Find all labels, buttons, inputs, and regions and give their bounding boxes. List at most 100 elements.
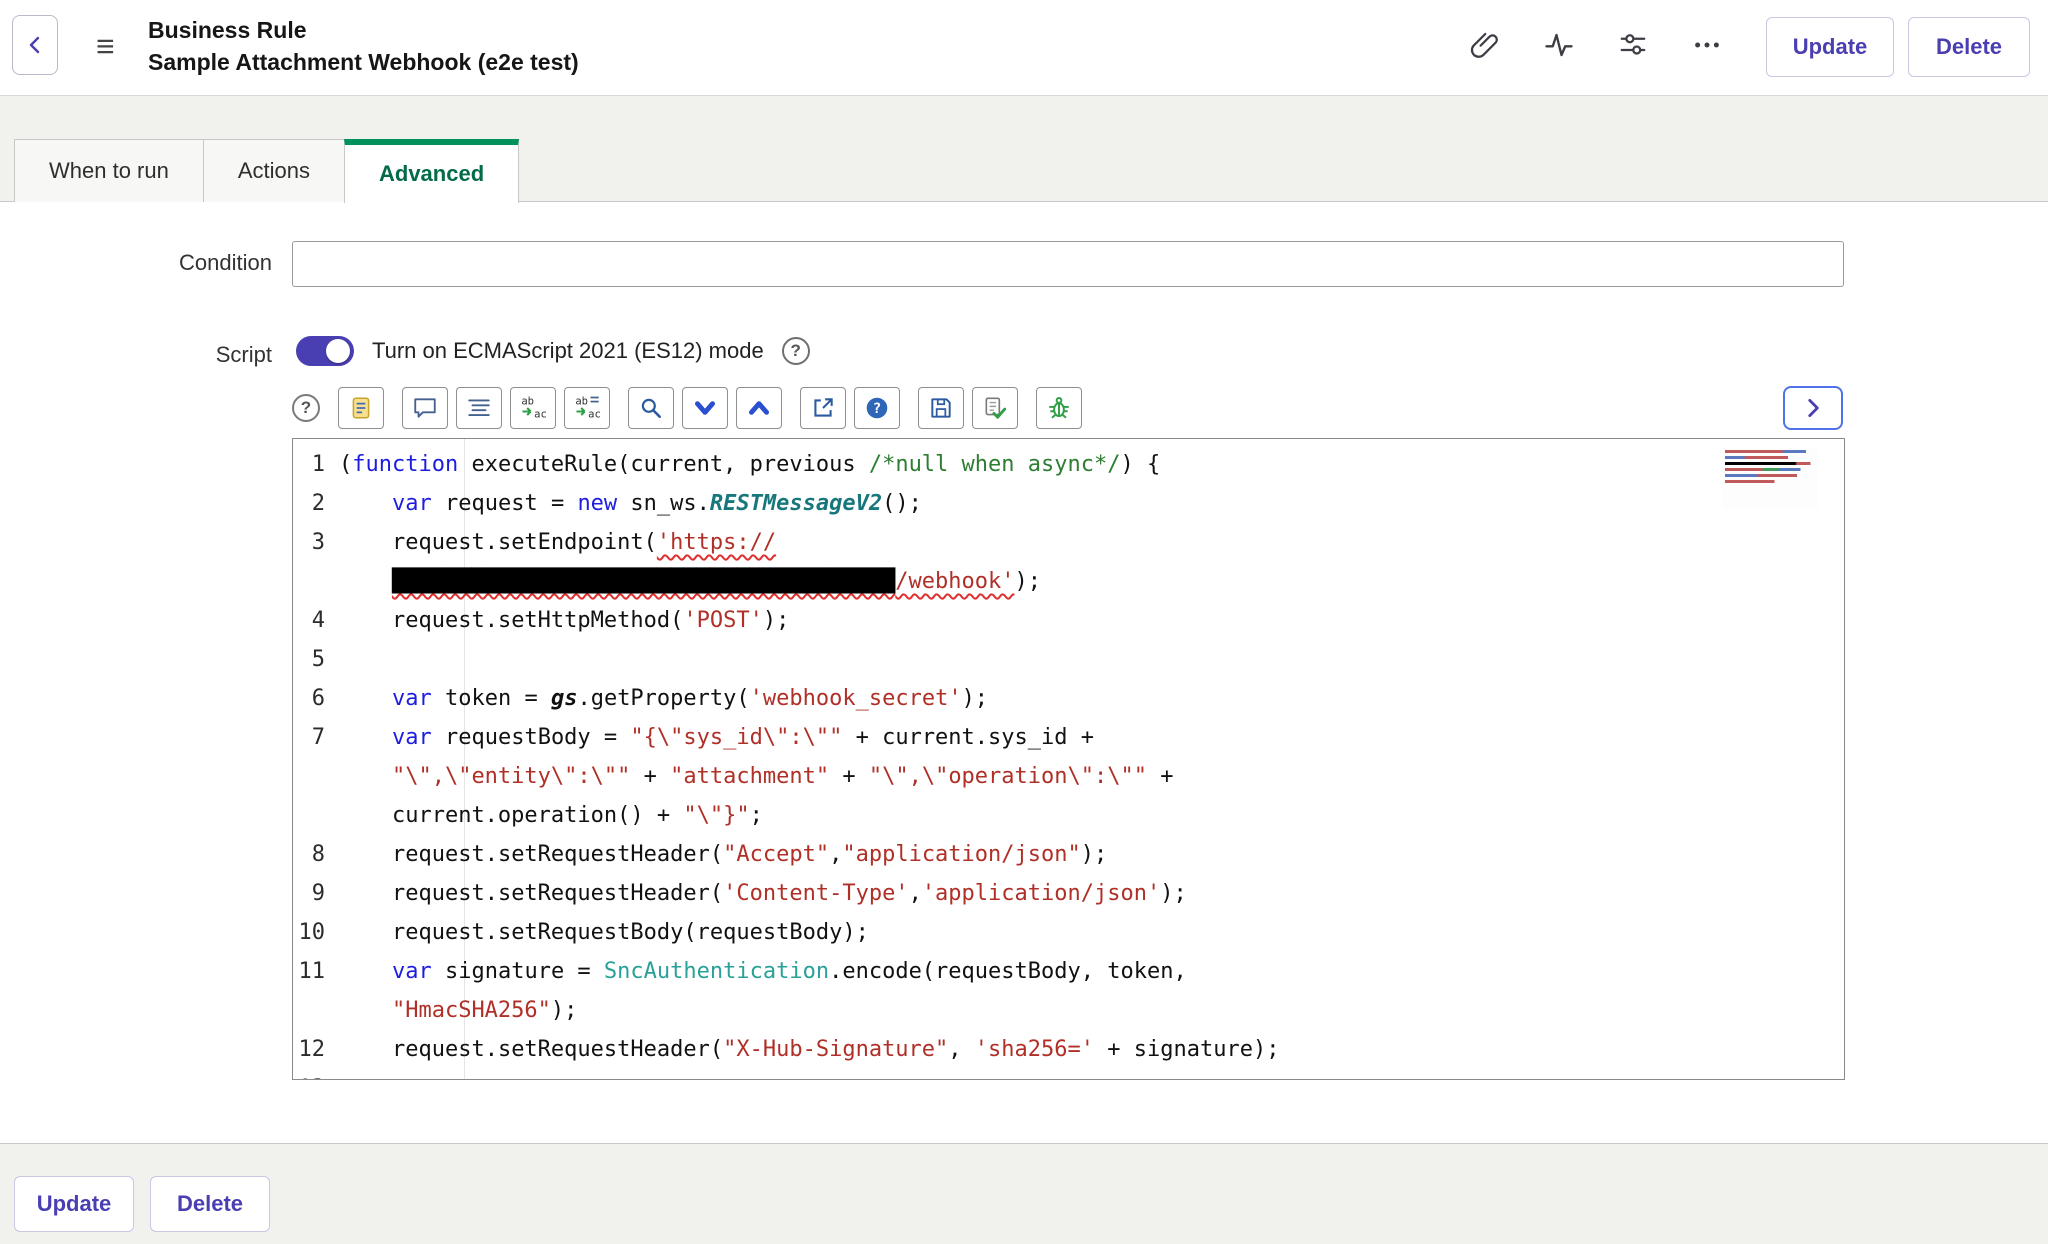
api-help-button[interactable]: ? <box>854 387 900 429</box>
code-token: token = <box>432 686 551 711</box>
code-token: + <box>630 764 670 789</box>
code-token: RESTMessageV2 <box>710 491 882 516</box>
es-mode-toggle[interactable] <box>296 336 354 366</box>
find-next-button[interactable] <box>682 387 728 429</box>
toolbar-group-script <box>338 387 384 429</box>
search-button[interactable] <box>628 387 674 429</box>
code-token: function <box>352 452 458 477</box>
save-script-button[interactable] <box>918 387 964 429</box>
code-line[interactable]: 8 request.setRequestHeader("Accept","app… <box>293 835 1844 874</box>
attachment-paperclip-icon[interactable] <box>1470 30 1500 60</box>
tab-advanced[interactable]: Advanced <box>344 139 519 203</box>
code-line[interactable]: 10 request.setRequestBody(requestBody); <box>293 913 1844 952</box>
footer-update-button[interactable]: Update <box>14 1176 134 1232</box>
chevron-right-icon <box>1800 395 1826 421</box>
editor-help-icon[interactable]: ? <box>292 394 320 422</box>
code-text: request.setRequestBody(requestBody); <box>339 913 1293 952</box>
line-number: 12 <box>293 1030 339 1069</box>
code-line[interactable]: 5 <box>293 640 1844 679</box>
header-bar: ≡ Business Rule Sample Attachment Webhoo… <box>0 0 2048 96</box>
es-mode-help-icon[interactable]: ? <box>782 337 810 365</box>
code-token <box>339 725 392 750</box>
code-token: , <box>948 1037 975 1062</box>
personalize-sliders-icon[interactable] <box>1618 30 1648 60</box>
code-line[interactable]: 1(function executeRule(current, previous… <box>293 445 1844 484</box>
svg-text:ab: ab <box>521 396 534 408</box>
code-token: .encode(requestBody, token, <box>829 959 1200 984</box>
condition-input[interactable] <box>292 241 1844 287</box>
code-text: var token = gs.getProperty('webhook_secr… <box>339 679 1293 718</box>
code-token: ); <box>1081 842 1108 867</box>
code-text: request.setEndpoint('https://███████████… <box>339 523 1293 601</box>
code-line[interactable]: 12 request.setRequestHeader("X-Hub-Signa… <box>293 1030 1844 1069</box>
validate-script-button[interactable] <box>972 387 1018 429</box>
chevron-down-icon <box>692 395 718 421</box>
find-previous-button[interactable] <box>736 387 782 429</box>
toolbar-group-window: ? <box>800 387 900 429</box>
open-in-window-button[interactable] <box>800 387 846 429</box>
footer-delete-button[interactable]: Delete <box>150 1176 270 1232</box>
line-number: 2 <box>293 484 339 523</box>
context-menu-icon[interactable]: ≡ <box>96 26 115 66</box>
delete-button[interactable]: Delete <box>1908 17 2030 77</box>
code-token: 'https:// <box>657 530 776 555</box>
code-token: request = <box>432 491 578 516</box>
debug-button[interactable] <box>1036 387 1082 429</box>
line-number: 5 <box>293 640 339 679</box>
minimap-line <box>1725 468 1815 471</box>
code-editor[interactable]: 1(function executeRule(current, previous… <box>292 438 1845 1080</box>
more-actions-icon[interactable] <box>1692 30 1722 60</box>
replace-button[interactable]: abac <box>510 387 556 429</box>
tab-actions[interactable]: Actions <box>203 139 344 202</box>
activity-stream-icon[interactable] <box>1544 30 1574 60</box>
code-token: request.setRequestBody(requestBody); <box>339 920 869 945</box>
toggle-comment-button[interactable] <box>402 387 448 429</box>
format-lines-icon <box>466 395 492 421</box>
code-token <box>339 959 392 984</box>
code-token: var <box>392 725 432 750</box>
toolbar-group-edit: abac abac <box>402 387 610 429</box>
format-code-button[interactable] <box>456 387 502 429</box>
line-number: 9 <box>293 874 339 913</box>
es-mode-label: Turn on ECMAScript 2021 (ES12) mode <box>372 338 764 364</box>
code-line[interactable]: 9 request.setRequestHeader('Content-Type… <box>293 874 1844 913</box>
code-line[interactable]: 4 request.setHttpMethod('POST'); <box>293 601 1844 640</box>
code-text: request.setRequestHeader("Accept","appli… <box>339 835 1293 874</box>
script-editor-toolbar: ? abac abac <box>292 386 1845 430</box>
comment-icon <box>412 395 438 421</box>
code-token: "attachment" <box>670 764 829 789</box>
code-token: "\",\"operation\":\"" <box>869 764 1147 789</box>
code-line[interactable]: 11 var signature = SncAuthentication.enc… <box>293 952 1844 1030</box>
code-line[interactable]: 3 request.setEndpoint('https://█████████… <box>293 523 1844 601</box>
api-help-icon: ? <box>864 395 890 421</box>
code-line[interactable]: 6 var token = gs.getProperty('webhook_se… <box>293 679 1844 718</box>
code-token: "\",\"entity\":\"" <box>392 764 630 789</box>
code-token: SncAuthentication <box>604 959 829 984</box>
svg-text:ac: ac <box>534 408 547 420</box>
code-token: request.setRequestHeader( <box>339 881 723 906</box>
code-token: ); <box>1160 881 1187 906</box>
code-token: ( <box>339 452 352 477</box>
code-line[interactable]: 13 <box>293 1069 1844 1080</box>
code-token: gs <box>551 686 578 711</box>
code-line[interactable]: 2 var request = new sn_ws.RESTMessageV2(… <box>293 484 1844 523</box>
tab-when-to-run[interactable]: When to run <box>14 139 203 202</box>
syntax-editor-button[interactable] <box>338 387 384 429</box>
update-button[interactable]: Update <box>1766 17 1894 77</box>
code-line[interactable]: 7 var requestBody = "{\"sys_id\":\"" + c… <box>293 718 1844 835</box>
code-text <box>339 640 1293 679</box>
code-token: request.setRequestHeader( <box>339 1037 723 1062</box>
line-number: 8 <box>293 835 339 874</box>
code-token: "\"}" <box>683 803 749 828</box>
expand-editor-button[interactable] <box>1783 386 1843 430</box>
script-document-icon <box>348 395 374 421</box>
svg-text:?: ? <box>873 401 881 417</box>
replace-all-button[interactable]: abac <box>564 387 610 429</box>
back-button[interactable] <box>12 15 58 75</box>
minimap-line <box>1725 450 1815 453</box>
search-icon <box>638 395 664 421</box>
code-text: request.setHttpMethod('POST'); <box>339 601 1293 640</box>
code-token: ) { <box>1121 452 1161 477</box>
code-text: var requestBody = "{\"sys_id\":\"" + cur… <box>339 718 1293 835</box>
code-token: var <box>392 491 432 516</box>
